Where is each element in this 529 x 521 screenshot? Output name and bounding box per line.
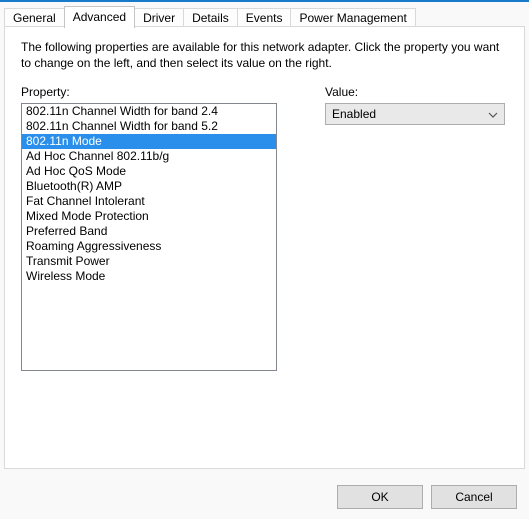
tab-label: Driver bbox=[143, 11, 175, 25]
intro-text: The following properties are available f… bbox=[21, 39, 508, 71]
advanced-tab-panel: The following properties are available f… bbox=[4, 26, 525, 469]
property-list-item[interactable]: Bluetooth(R) AMP bbox=[22, 179, 276, 194]
tab-advanced[interactable]: Advanced bbox=[64, 6, 135, 28]
tab-label: Advanced bbox=[73, 10, 126, 24]
button-label: OK bbox=[371, 490, 388, 504]
tab-label: Events bbox=[246, 11, 283, 25]
property-list-item[interactable]: Wireless Mode bbox=[22, 269, 276, 284]
property-list-item[interactable]: Ad Hoc QoS Mode bbox=[22, 164, 276, 179]
value-label: Value: bbox=[325, 85, 485, 99]
tab-details[interactable]: Details bbox=[183, 8, 238, 28]
tab-label: Details bbox=[192, 11, 229, 25]
columns: Property: 802.11n Channel Width for band… bbox=[21, 85, 508, 371]
property-list-item[interactable]: Ad Hoc Channel 802.11b/g bbox=[22, 149, 276, 164]
button-label: Cancel bbox=[455, 490, 492, 504]
tab-events[interactable]: Events bbox=[237, 8, 292, 28]
property-label: Property: bbox=[21, 85, 277, 99]
tab-label: General bbox=[13, 11, 56, 25]
property-column: Property: 802.11n Channel Width for band… bbox=[21, 85, 277, 371]
properties-dialog: General Advanced Driver Details Events P… bbox=[0, 0, 529, 519]
property-listbox[interactable]: 802.11n Channel Width for band 2.4802.11… bbox=[21, 103, 277, 371]
dialog-button-bar: OK Cancel bbox=[337, 485, 517, 509]
property-list-item[interactable]: Mixed Mode Protection bbox=[22, 209, 276, 224]
property-list-item[interactable]: Transmit Power bbox=[22, 254, 276, 269]
chevron-down-icon bbox=[488, 107, 498, 121]
value-selected-text: Enabled bbox=[332, 107, 376, 121]
tab-general[interactable]: General bbox=[4, 8, 65, 28]
property-list-item[interactable]: Fat Channel Intolerant bbox=[22, 194, 276, 209]
property-list-item[interactable]: 802.11n Channel Width for band 2.4 bbox=[22, 104, 276, 119]
cancel-button[interactable]: Cancel bbox=[431, 485, 517, 509]
property-list-item[interactable]: Preferred Band bbox=[22, 224, 276, 239]
property-list-item[interactable]: Roaming Aggressiveness bbox=[22, 239, 276, 254]
property-list-item[interactable]: 802.11n Channel Width for band 5.2 bbox=[22, 119, 276, 134]
tab-label: Power Management bbox=[299, 11, 406, 25]
value-column: Value: Enabled bbox=[325, 85, 485, 371]
tab-driver[interactable]: Driver bbox=[134, 8, 184, 28]
value-dropdown[interactable]: Enabled bbox=[325, 103, 505, 125]
tab-power-management[interactable]: Power Management bbox=[290, 8, 415, 28]
tab-strip: General Advanced Driver Details Events P… bbox=[0, 2, 529, 28]
ok-button[interactable]: OK bbox=[337, 485, 423, 509]
property-list-item[interactable]: 802.11n Mode bbox=[22, 134, 276, 149]
